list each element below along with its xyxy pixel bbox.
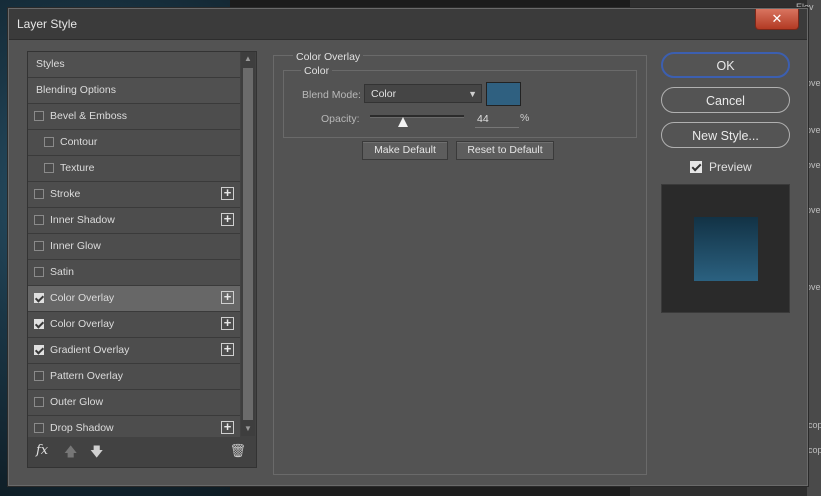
style-item[interactable]: Texture bbox=[28, 156, 240, 182]
style-checkbox[interactable] bbox=[34, 189, 44, 199]
move-up-icon[interactable]: 🡅 bbox=[64, 443, 77, 465]
opacity-label: Opacity: bbox=[321, 113, 360, 125]
style-checkbox[interactable] bbox=[34, 371, 44, 381]
scroll-down-icon[interactable]: ▼ bbox=[241, 422, 255, 436]
preview-checkbox[interactable] bbox=[690, 161, 702, 173]
title-bar[interactable]: Layer Style ✕ bbox=[9, 9, 807, 40]
blend-mode-select[interactable]: Color ▼ bbox=[364, 84, 482, 103]
opacity-slider-thumb[interactable] bbox=[398, 117, 409, 127]
blend-mode-value: Color bbox=[371, 88, 397, 100]
chevron-down-icon: ▼ bbox=[468, 89, 477, 99]
style-item-label: Pattern Overlay bbox=[50, 370, 123, 382]
opacity-input[interactable]: 44 bbox=[475, 111, 519, 128]
scroll-thumb[interactable] bbox=[243, 68, 253, 420]
make-default-button[interactable]: Make Default bbox=[362, 141, 448, 160]
style-item-label: Inner Shadow bbox=[50, 214, 115, 226]
bg-layer-label: over bbox=[806, 125, 821, 135]
style-checkbox[interactable] bbox=[34, 267, 44, 277]
style-item[interactable]: Blending Options bbox=[28, 78, 240, 104]
styles-footer: fx 🡅 🡇 🗑 bbox=[28, 437, 256, 467]
scroll-up-icon[interactable]: ▲ bbox=[241, 52, 255, 66]
style-item[interactable]: Stroke + bbox=[28, 182, 240, 208]
add-effect-icon[interactable]: + bbox=[221, 212, 234, 226]
move-down-icon[interactable]: 🡇 bbox=[90, 443, 103, 465]
opacity-slider[interactable] bbox=[370, 115, 464, 118]
opacity-unit: % bbox=[520, 112, 530, 124]
preview-label: Preview bbox=[709, 160, 752, 174]
style-item-label: Blending Options bbox=[36, 84, 116, 96]
group-title: Color Overlay bbox=[293, 51, 364, 63]
style-checkbox[interactable] bbox=[34, 293, 44, 303]
style-item-label: Color Overlay bbox=[50, 292, 115, 304]
style-item[interactable]: Bevel & Emboss bbox=[28, 104, 240, 130]
new-style-button[interactable]: New Style... bbox=[661, 122, 790, 148]
bg-layer-label: cop bbox=[808, 445, 821, 455]
subgroup-title: Color bbox=[301, 65, 333, 77]
style-item-label: Stroke bbox=[50, 188, 81, 200]
close-icon: ✕ bbox=[771, 11, 783, 26]
style-item-label: Outer Glow bbox=[50, 396, 104, 408]
style-checkbox[interactable] bbox=[34, 111, 44, 121]
style-item[interactable]: Gradient Overlay + bbox=[28, 338, 240, 364]
bg-layer-label: over bbox=[806, 78, 821, 88]
preview-thumbnail bbox=[661, 184, 790, 313]
style-item[interactable]: Color Overlay + bbox=[28, 286, 240, 312]
fx-icon[interactable]: fx bbox=[36, 443, 48, 458]
add-effect-icon[interactable]: + bbox=[221, 342, 234, 356]
dialog-title: Layer Style bbox=[17, 17, 78, 31]
styles-panel: Styles Blending Options Bevel & Emboss Cont… bbox=[27, 51, 257, 468]
add-effect-icon[interactable]: + bbox=[221, 290, 234, 304]
style-item-label: Satin bbox=[50, 266, 74, 278]
style-item[interactable]: Inner Shadow + bbox=[28, 208, 240, 234]
style-checkbox[interactable] bbox=[44, 137, 54, 147]
style-item-label: Inner Glow bbox=[50, 240, 101, 252]
add-effect-icon[interactable]: + bbox=[221, 420, 234, 434]
style-item-label: Texture bbox=[60, 162, 95, 174]
preview-swatch bbox=[694, 217, 758, 281]
style-item[interactable]: Outer Glow bbox=[28, 390, 240, 416]
add-effect-icon[interactable]: + bbox=[221, 316, 234, 330]
style-item[interactable]: Pattern Overlay bbox=[28, 364, 240, 390]
style-item[interactable]: Contour bbox=[28, 130, 240, 156]
add-effect-icon[interactable]: + bbox=[221, 186, 234, 200]
reset-default-button[interactable]: Reset to Default bbox=[456, 141, 554, 160]
style-checkbox[interactable] bbox=[34, 423, 44, 433]
blend-mode-label: Blend Mode: bbox=[302, 89, 361, 101]
style-item[interactable]: Inner Glow bbox=[28, 234, 240, 260]
trash-icon[interactable]: 🗑 bbox=[229, 443, 246, 459]
style-checkbox[interactable] bbox=[34, 215, 44, 225]
style-item-label: Gradient Overlay bbox=[50, 344, 130, 356]
style-checkbox[interactable] bbox=[34, 241, 44, 251]
style-checkbox[interactable] bbox=[34, 345, 44, 355]
layer-style-dialog: Layer Style ✕ Styles Blending Options Beve… bbox=[8, 8, 808, 486]
style-checkbox[interactable] bbox=[34, 319, 44, 329]
style-item-label: Styles bbox=[36, 58, 65, 70]
close-button[interactable]: ✕ bbox=[755, 9, 799, 30]
cancel-button[interactable]: Cancel bbox=[661, 87, 790, 113]
bg-layer-label: over bbox=[806, 160, 821, 170]
color-subgroup bbox=[283, 70, 637, 138]
styles-scrollbar[interactable]: ▲ ▼ bbox=[241, 52, 255, 436]
style-item[interactable]: Color Overlay + bbox=[28, 312, 240, 338]
style-item[interactable]: Styles bbox=[28, 52, 240, 78]
styles-list: Styles Blending Options Bevel & Emboss Cont… bbox=[28, 52, 240, 442]
bg-layer-label: over bbox=[806, 282, 821, 292]
style-item-label: Color Overlay bbox=[50, 318, 115, 330]
style-item[interactable]: Satin bbox=[28, 260, 240, 286]
style-checkbox[interactable] bbox=[44, 163, 54, 173]
overlay-color-swatch[interactable] bbox=[486, 82, 521, 106]
style-item-label: Bevel & Emboss bbox=[50, 110, 128, 122]
style-checkbox[interactable] bbox=[34, 397, 44, 407]
ok-button[interactable]: OK bbox=[661, 52, 790, 78]
style-item-label: Contour bbox=[60, 136, 98, 148]
bg-layer-label: cop bbox=[808, 420, 821, 430]
bg-layer-label: over bbox=[806, 205, 821, 215]
